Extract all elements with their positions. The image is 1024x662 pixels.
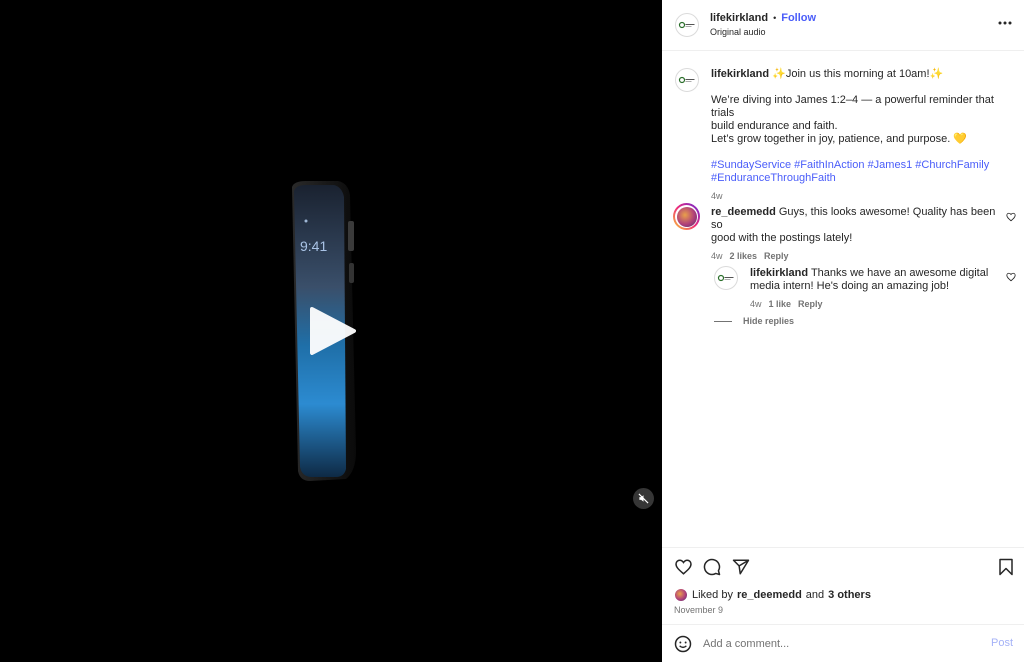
hashtag-link[interactable]: #James1 — [868, 159, 913, 171]
hide-replies-button[interactable]: Hide replies — [714, 316, 794, 326]
comment-icon[interactable] — [703, 558, 721, 576]
post-details-panel: lifekirkland • Follow Original audio lif… — [662, 0, 1024, 662]
likes-middle: and — [805, 589, 825, 601]
reply-likes-count[interactable]: 1 like — [769, 298, 792, 311]
play-icon[interactable] — [306, 305, 358, 357]
heart-icon[interactable] — [674, 558, 693, 576]
header-separator: • — [773, 13, 777, 23]
svg-text:9:41: 9:41 — [300, 238, 327, 254]
caption-first-line: lifekirkland ✨Join us this morning at 10… — [711, 68, 1016, 81]
likes-others-link[interactable]: 3 others — [828, 589, 871, 601]
volume-muted-icon — [638, 493, 649, 504]
add-comment-bar: Post — [662, 624, 1024, 662]
reply-text-line1: Thanks we have an awesome digital — [810, 267, 989, 279]
emoji-icon[interactable] — [674, 635, 692, 653]
reply-username[interactable]: lifekirkland — [750, 267, 808, 279]
hide-replies-label: Hide replies — [743, 316, 795, 326]
caption-text-line3: build endurance and faith. — [711, 120, 838, 132]
hide-replies-line — [714, 320, 732, 322]
caption-time[interactable]: 4w — [711, 190, 1016, 203]
reply-avatar[interactable] — [714, 266, 738, 290]
reply-reply-button[interactable]: Reply — [798, 298, 823, 311]
comment-text-line2: good with the postings lately! — [711, 232, 853, 244]
caption-username[interactable]: lifekirkland — [711, 68, 769, 80]
commenter-username[interactable]: re_deemedd — [711, 206, 776, 218]
comment-time[interactable]: 4w — [711, 250, 723, 263]
church-logo-icon — [717, 274, 734, 282]
likes-summary: Liked by re_deemedd and 3 others — [674, 588, 871, 602]
caption-avatar[interactable] — [675, 68, 699, 92]
audio-label[interactable]: Original audio — [710, 27, 766, 37]
hashtag-link[interactable]: #SundayService — [711, 159, 791, 171]
likes-prefix: Liked by — [692, 589, 733, 601]
church-logo-icon — [678, 76, 695, 84]
caption-text-line1: ✨Join us this morning at 10am!✨ — [772, 68, 944, 80]
caption-text-line2: We’re diving into James 1:2–4 — a powerf… — [711, 94, 994, 119]
bookmark-icon[interactable] — [998, 558, 1014, 576]
comment-like-heart-icon[interactable] — [1006, 212, 1016, 222]
follow-button[interactable]: Follow — [781, 12, 816, 24]
liker-username[interactable]: re_deemedd — [737, 589, 802, 601]
reply-time[interactable]: 4w — [750, 298, 762, 311]
share-icon[interactable] — [732, 558, 750, 576]
caption-text-line4: Let’s grow together in joy, patience, an… — [711, 133, 968, 145]
comment-input[interactable] — [703, 635, 973, 653]
reply-like-heart-icon[interactable] — [1006, 272, 1016, 282]
mute-button[interactable] — [633, 488, 654, 509]
author-avatar[interactable] — [675, 13, 699, 37]
hashtag-link[interactable]: #FaithInAction — [794, 159, 864, 171]
author-username[interactable]: lifekirkland — [710, 12, 768, 24]
post-comment-button[interactable]: Post — [991, 637, 1013, 649]
comment-likes-count[interactable]: 2 likes — [730, 250, 758, 263]
reply-text-line2: media intern! He's doing an amazing job! — [750, 280, 949, 292]
church-logo-icon — [678, 21, 695, 29]
post-date[interactable]: November 9 — [674, 605, 723, 615]
hashtag-link[interactable]: #ChurchFamily — [915, 159, 989, 171]
hashtags: #SundayService #FaithInAction #James1 #C… — [711, 159, 1016, 185]
post-header: lifekirkland • Follow Original audio — [662, 0, 1024, 51]
video-player[interactable]: 9:41 — [0, 0, 662, 662]
hashtag-link[interactable]: #EnduranceThroughFaith — [711, 172, 836, 184]
more-horizontal-icon[interactable] — [998, 21, 1012, 25]
comment-reply-button[interactable]: Reply — [764, 250, 789, 263]
commenter-avatar[interactable] — [673, 203, 700, 230]
instagram-post-viewer: 9:41 lifekirkland • Follow Original audi… — [0, 0, 1024, 662]
liker-avatar[interactable] — [674, 588, 688, 602]
